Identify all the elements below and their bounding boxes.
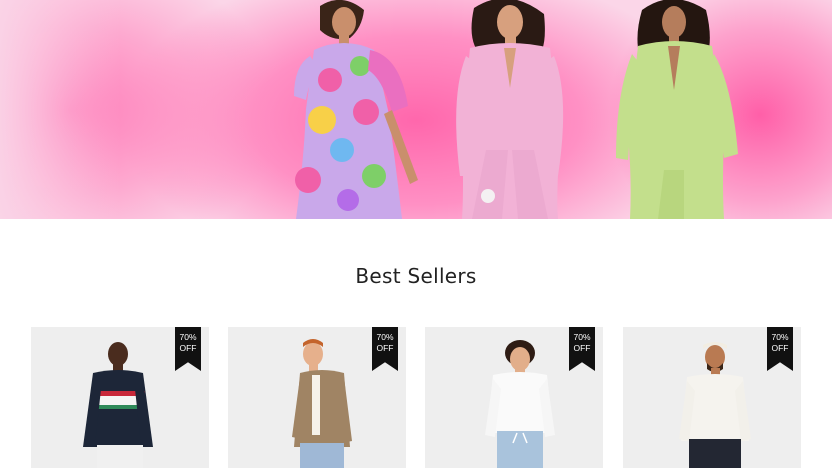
discount-off-label: OFF: [573, 343, 591, 353]
discount-percent: 70%: [376, 332, 394, 342]
discount-percent: 70%: [179, 332, 197, 342]
product-card[interactable]: 70% OFF: [425, 327, 603, 468]
discount-percent: 70%: [573, 332, 591, 342]
hero-model-floral-dress: [294, 0, 418, 219]
hero-fade: [0, 0, 120, 219]
section-title: Best Sellers: [355, 264, 477, 288]
hero-model-green-suit: [616, 0, 738, 219]
discount-off-label: OFF: [179, 343, 197, 353]
product-card[interactable]: 70% OFF: [623, 327, 801, 468]
hero-model-pink-suit: [456, 0, 564, 219]
discount-percent: 70%: [771, 332, 789, 342]
hero-banner[interactable]: [0, 0, 832, 219]
product-card[interactable]: 70% OFF: [228, 327, 406, 468]
product-card[interactable]: 70% OFF: [31, 327, 209, 468]
discount-off-label: OFF: [771, 343, 789, 353]
discount-off-label: OFF: [376, 343, 394, 353]
